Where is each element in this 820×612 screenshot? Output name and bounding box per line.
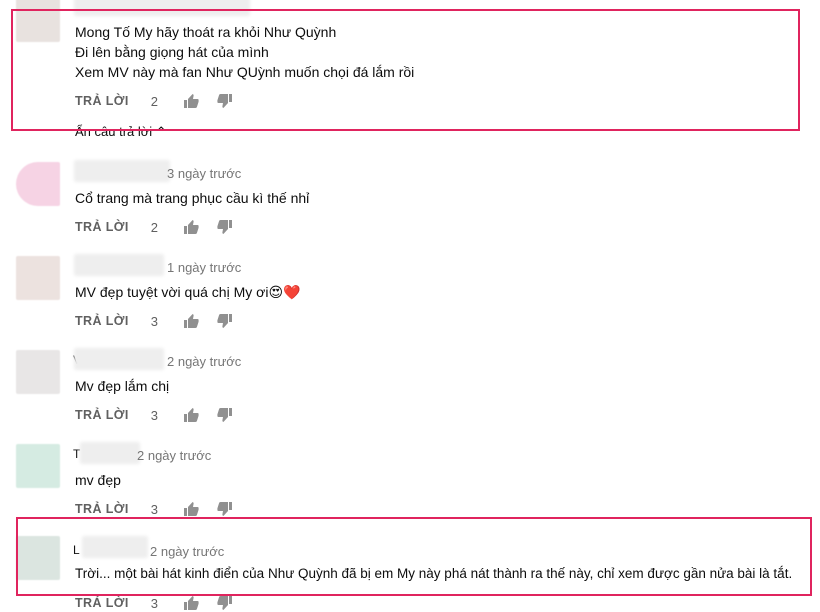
comment-actions: TRẢ LỜI 3: [75, 406, 233, 424]
avatar[interactable]: [16, 536, 60, 580]
thumbs-up-icon[interactable]: [183, 595, 199, 611]
comment-actions: TRẢ LỜI 3: [75, 594, 233, 612]
thumbs-down-icon[interactable]: [217, 595, 233, 611]
like-count: 3: [150, 501, 158, 517]
reply-button[interactable]: TRẢ LỜI: [75, 314, 129, 328]
comment-text-line: Đi lên bằng giọng hát của mình: [75, 44, 269, 60]
thumbs-up-icon[interactable]: [183, 93, 199, 109]
hide-replies-toggle[interactable]: Ẩn câu trả lời ⌃: [75, 124, 167, 140]
comment-text: Cổ trang mà trang phục cầu kì thế nhỉ: [75, 190, 310, 206]
thumbs-up-icon[interactable]: [183, 313, 199, 329]
reply-button[interactable]: TRẢ LỜI: [75, 596, 129, 610]
comment-actions: TRẢ LỜI 3: [75, 500, 233, 518]
comment-text: MV đẹp tuyệt vời quá chị My ơi😍❤️: [75, 282, 300, 303]
like-count: 2: [150, 93, 158, 109]
comment-timestamp[interactable]: 2 ngày trước: [167, 354, 241, 370]
comment-actions: TRẢ LỜI 2: [75, 218, 233, 236]
like-count: 3: [150, 595, 158, 611]
reply-button[interactable]: TRẢ LỜI: [75, 94, 129, 108]
author-name-blurred[interactable]: [74, 348, 164, 370]
avatar[interactable]: [16, 162, 60, 206]
comment-timestamp[interactable]: 2 ngày trước: [150, 544, 224, 560]
reply-button[interactable]: TRẢ LỜI: [75, 408, 129, 422]
thumbs-down-icon[interactable]: [217, 501, 233, 517]
thumbs-down-icon[interactable]: [217, 313, 233, 329]
avatar[interactable]: [16, 0, 60, 42]
thumbs-down-icon[interactable]: [217, 407, 233, 423]
reply-button[interactable]: TRẢ LỜI: [75, 220, 129, 234]
comment-text: mv đẹp: [75, 472, 121, 488]
like-count: 3: [150, 313, 158, 329]
comment-actions: TRẢ LỜI 2: [75, 92, 233, 110]
comment-text-line: Xem MV này mà fan Như QUỳnh muốn chọi đá…: [75, 64, 415, 80]
comment-text-line: Mong Tố My hãy thoát ra khỏi Như Quỳnh: [75, 24, 337, 40]
avatar[interactable]: [16, 350, 60, 394]
thumbs-up-icon[interactable]: [183, 219, 199, 235]
avatar[interactable]: [16, 256, 60, 300]
avatar[interactable]: [16, 444, 60, 488]
emoji: 😍❤️: [268, 285, 301, 301]
like-count: 3: [150, 407, 158, 423]
comment-timestamp[interactable]: 2 ngày trước: [137, 448, 211, 464]
comment-actions: TRẢ LỜI 3: [75, 312, 233, 330]
author-name-blurred[interactable]: [74, 0, 250, 16]
author-name-blurred[interactable]: [74, 254, 164, 276]
comment-timestamp[interactable]: 1 ngày trước: [167, 260, 241, 276]
comment-text-body: MV đẹp tuyệt vời quá chị My ơi: [75, 284, 269, 300]
author-name-initial[interactable]: L: [73, 542, 80, 558]
reply-button[interactable]: TRẢ LỜI: [75, 502, 129, 516]
author-name-blurred[interactable]: [74, 160, 170, 182]
thumbs-up-icon[interactable]: [183, 501, 199, 517]
thumbs-down-icon[interactable]: [217, 93, 233, 109]
comment-timestamp[interactable]: 3 ngày trước: [167, 166, 241, 182]
like-count: 2: [150, 219, 158, 235]
thumbs-up-icon[interactable]: [183, 407, 199, 423]
thumbs-down-icon[interactable]: [217, 219, 233, 235]
comment-text: Trời... một bài hát kinh điển của Như Qu…: [75, 566, 793, 581]
comment-text: Mv đẹp lắm chị: [75, 378, 170, 394]
author-name-blurred[interactable]: [80, 442, 140, 464]
author-name-blurred[interactable]: [82, 536, 148, 558]
